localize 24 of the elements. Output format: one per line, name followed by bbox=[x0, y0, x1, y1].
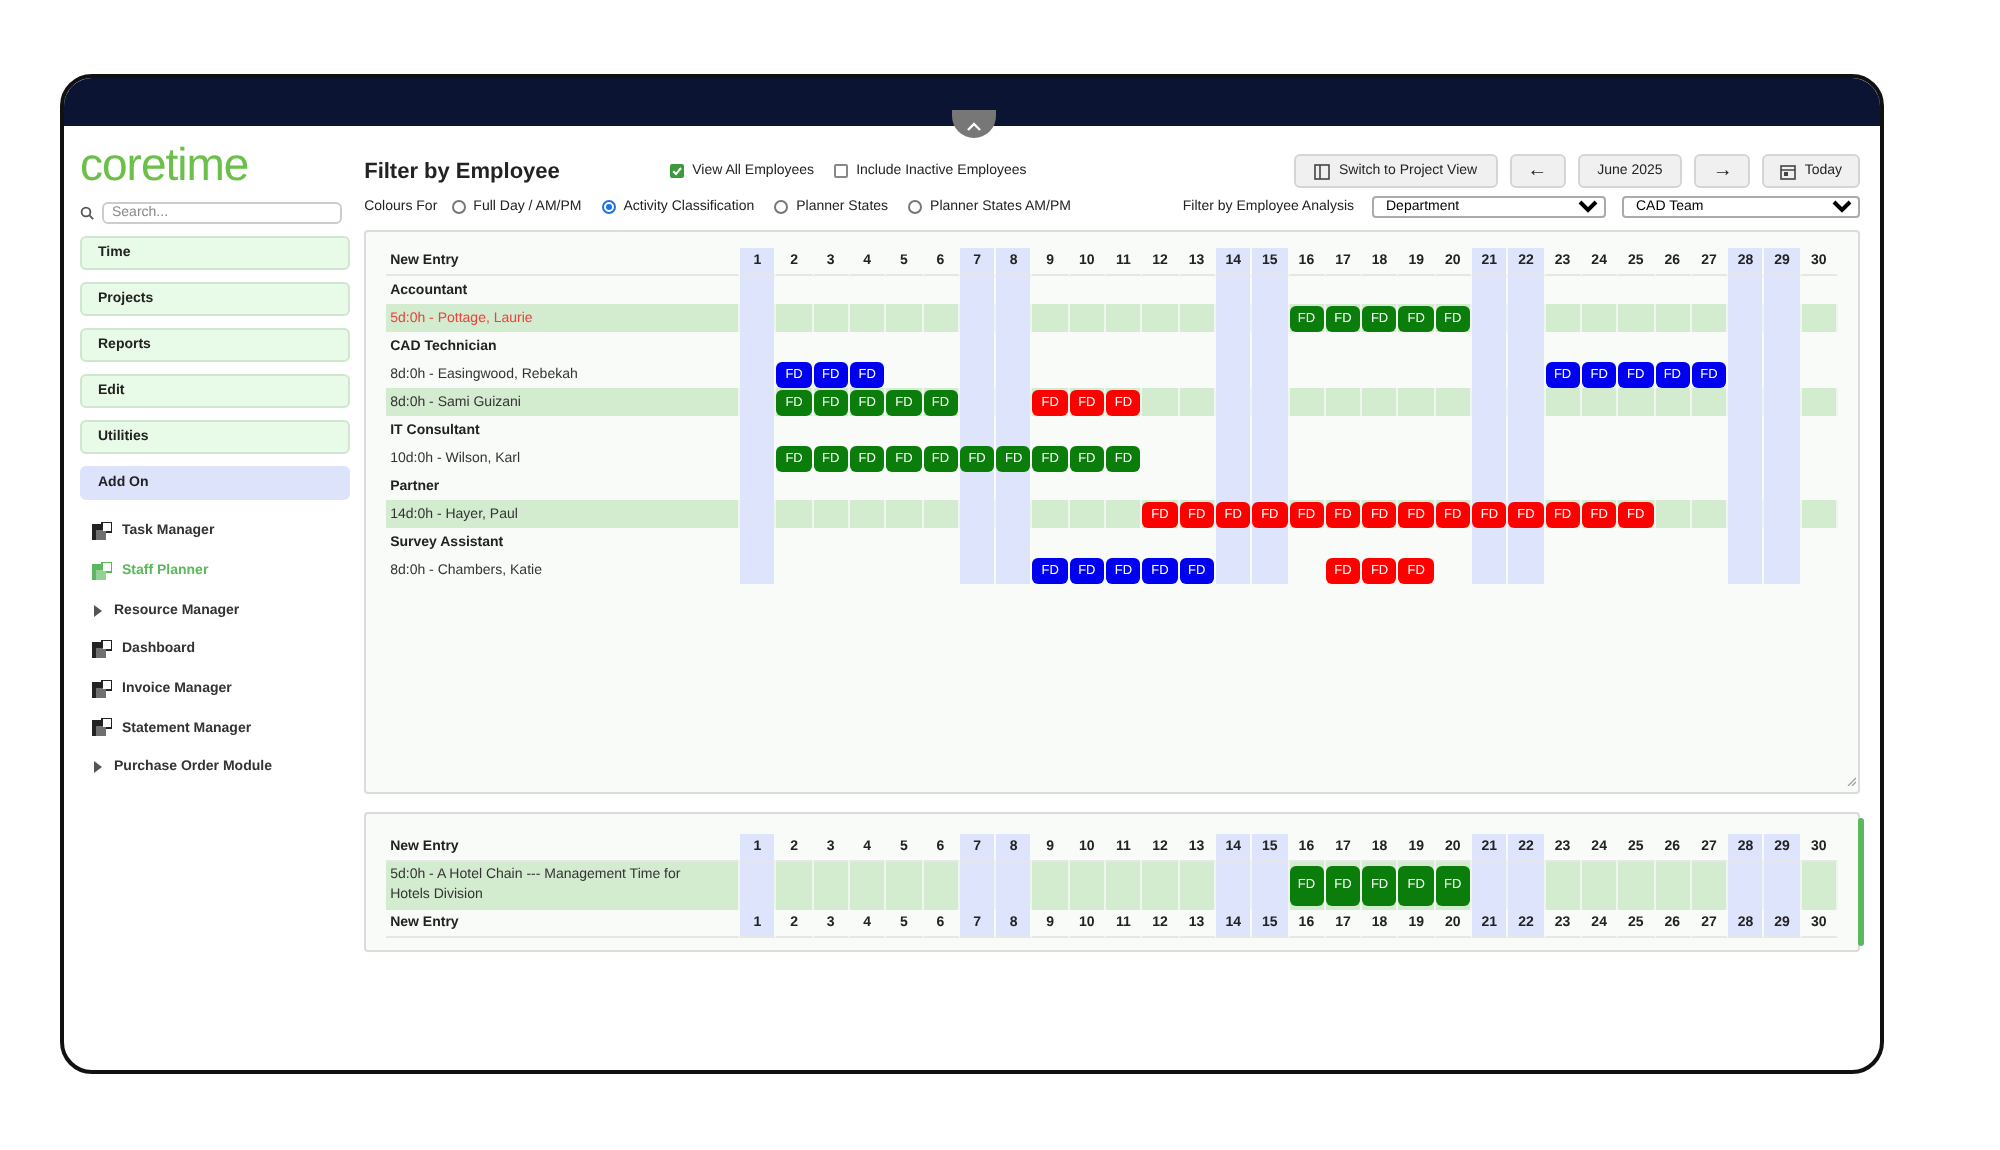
calendar-icon bbox=[1780, 163, 1797, 179]
resize-grip-icon[interactable] bbox=[1846, 776, 1856, 786]
app-icon bbox=[92, 561, 112, 582]
app-icon bbox=[92, 718, 112, 739]
search-icon bbox=[80, 206, 94, 220]
toolbar-button[interactable]: ← bbox=[1509, 154, 1566, 188]
radio-button[interactable] bbox=[601, 200, 616, 214]
chevron-up-icon bbox=[966, 122, 982, 132]
page-title: Filter by Employee bbox=[364, 159, 562, 183]
radio-button[interactable] bbox=[774, 200, 789, 214]
panels-icon bbox=[1314, 163, 1331, 179]
checkbox[interactable] bbox=[670, 164, 685, 178]
logo: coretime bbox=[80, 138, 249, 190]
collapse-handle[interactable] bbox=[952, 110, 996, 138]
scrollbar[interactable] bbox=[1858, 818, 1864, 946]
app-icon bbox=[92, 679, 112, 700]
toolbar-button[interactable]: → bbox=[1694, 154, 1751, 188]
expand-icon[interactable] bbox=[92, 760, 104, 775]
app-icon bbox=[92, 521, 112, 542]
radio-button[interactable] bbox=[908, 200, 923, 214]
app-icon bbox=[92, 639, 112, 660]
expand-icon[interactable] bbox=[92, 603, 104, 618]
radio-button[interactable] bbox=[451, 200, 466, 214]
checkbox[interactable] bbox=[834, 164, 849, 178]
